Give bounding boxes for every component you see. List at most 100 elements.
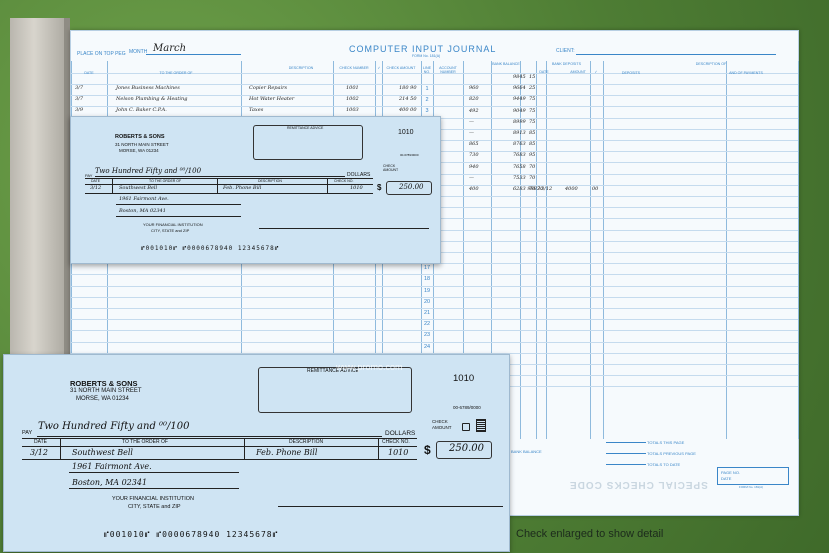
check-large-desc: Feb. Phone Bill	[256, 448, 318, 457]
grid-row-line	[71, 330, 798, 332]
journal-entry-date: 3/7	[75, 85, 84, 91]
journal-header: CHECK NUMBER	[339, 66, 369, 70]
check-large-pay-line	[37, 436, 382, 437]
grid-row-line	[71, 319, 798, 321]
check-large-col-sep-1	[60, 438, 61, 459]
ledger-acct: 400	[469, 186, 479, 192]
check-large-dollars-label: DOLLARS	[385, 430, 416, 437]
bank-balance-footer: BANK BALANCE	[511, 449, 542, 454]
month-value: March	[153, 43, 187, 54]
journal-entry-payee: Nelson Plumbing & Heating	[116, 96, 188, 103]
journal-entry-check: 1003	[346, 107, 359, 114]
totals-to-date: TOTALS TO DATE	[647, 462, 681, 467]
check-small-table-top	[85, 178, 373, 179]
line-number: 20	[423, 298, 431, 305]
check-large-date: 3/12	[30, 448, 48, 457]
check-small-col-order: TO THE ORDER OF	[149, 179, 182, 183]
journal-entry-payee: John C. Baker C.P.A.	[116, 107, 167, 114]
check-large-table-top	[22, 438, 417, 439]
check-large-address1: 31 NORTH MAIN STREET	[70, 388, 142, 394]
ledger-bal: 7533	[513, 174, 526, 181]
line-number: 21	[423, 310, 431, 316]
journal-header: ✓	[377, 66, 381, 70]
ledger-bal: 7658	[513, 163, 526, 170]
grid-row-line	[71, 308, 798, 309]
check-large-table-mid	[22, 446, 417, 447]
check-large-addr-line-2	[69, 488, 239, 489]
deposit-date: 3/12	[541, 186, 553, 192]
ledger-acct: 820	[469, 96, 479, 103]
check-small-address1: 31 NORTH MAIN STREET	[115, 142, 169, 147]
line-number: 18	[423, 276, 431, 283]
journal-entry-amount: 400 00	[399, 107, 417, 114]
ledger-c: 75	[529, 96, 536, 103]
page-date-label: DATE	[721, 476, 732, 481]
ledger-bal: 7683	[513, 152, 526, 159]
totals-previous-page: TOTALS PREVIOUS PAGE	[647, 451, 696, 456]
lock-icon	[462, 423, 470, 431]
ledger-bal: 8999	[513, 118, 526, 125]
grid-row-line	[71, 285, 798, 287]
ledger-c: 15	[529, 74, 536, 80]
grid-row-line	[71, 296, 798, 298]
check-small-amount-box: 250.00	[386, 181, 432, 195]
check-small-bank2: CITY, STATE and ZIP	[151, 228, 190, 233]
security-icon	[476, 419, 486, 432]
check-large-bank2: CITY, STATE and ZIP	[128, 504, 181, 510]
check-large-amount: 250.00	[449, 443, 484, 454]
check-small-routing: 00-6789/0000	[400, 153, 419, 157]
journal-header: CHECK AMOUNT	[386, 66, 416, 70]
grid-row-line	[71, 274, 798, 276]
check-small-payee-addr2: Boston, MA 02341	[119, 208, 166, 214]
ledger-acct: —	[469, 174, 474, 181]
grid-row-line	[71, 106, 798, 108]
ledger-bal: 9845	[513, 74, 526, 80]
month-label: MONTH	[129, 49, 148, 55]
journal-header: DATE	[539, 70, 549, 74]
check-large: ROBERTS & SONS 31 NORTH MAIN STREET MORS…	[3, 354, 510, 552]
ledger-acct: 960	[469, 85, 479, 92]
check-large-col-desc: DESCRIPTION	[289, 439, 324, 445]
line-number: 2	[425, 97, 429, 104]
ledger-acct: 492	[469, 107, 479, 114]
ledger-bal: 9049	[513, 107, 526, 114]
check-large-bank1: YOUR FINANCIAL INSTITUTION	[112, 496, 194, 502]
check-large-pay-label: PAY	[22, 430, 33, 436]
check-small-col-date: DATE	[91, 179, 101, 183]
totals-line-3	[606, 464, 646, 465]
ledger-bal: 9449	[513, 96, 526, 103]
ledger-acct: —	[469, 118, 474, 125]
ledger-c: 70	[529, 174, 536, 181]
check-small-amount-words: Two Hundred Fifty and ⁰⁰/100	[95, 167, 202, 175]
check-large-amount-box: 250.00	[436, 441, 492, 459]
check-small: ROBERTS & SONS 31 NORTH MAIN STREET MORS…	[70, 116, 441, 264]
check-small-pay-line	[95, 176, 345, 177]
journal-header: DATE	[84, 71, 94, 75]
ledger-acct: 730	[469, 152, 479, 159]
check-small-col-sep-2	[217, 178, 218, 193]
check-small-col-sep-3	[327, 178, 328, 193]
line-number: 23	[423, 332, 431, 339]
journal-entry-amount: 180 90	[399, 85, 417, 91]
line-number: 19	[423, 287, 431, 294]
line-number: 24	[423, 343, 431, 350]
journal-entry-check: 1001	[346, 85, 359, 91]
ghost-print: SPECIAL CHECKS CODE	[569, 479, 708, 490]
check-large-col-date: DATE	[34, 439, 47, 445]
check-small-date: 3/12	[90, 185, 102, 191]
check-large-table-bottom	[22, 459, 417, 460]
check-small-payee: Southwest Bell	[119, 185, 158, 191]
month-underline	[146, 54, 241, 55]
form-number: FORM No. 181(A)	[412, 54, 441, 58]
journal-header: DEPOSITS	[621, 71, 641, 75]
journal-header: DESCRIPTION	[288, 66, 314, 70]
journal-entry-desc: Taxes	[249, 107, 264, 114]
check-small-number: 1010	[398, 129, 414, 136]
check-large-payee-addr1: 1961 Fairmont Ave.	[72, 462, 152, 471]
check-small-desc: Feb. Phone Bill	[223, 185, 262, 191]
totals-this-page: TOTALS THIS PAGE	[647, 440, 685, 445]
client-underline	[576, 54, 776, 55]
journal-header: ACCOUNT NUMBER	[439, 66, 457, 74]
form-number-footer: FORM No. 181(A)	[739, 485, 764, 489]
check-small-remittance-label: REMITTANCE ADVICE	[287, 126, 324, 130]
